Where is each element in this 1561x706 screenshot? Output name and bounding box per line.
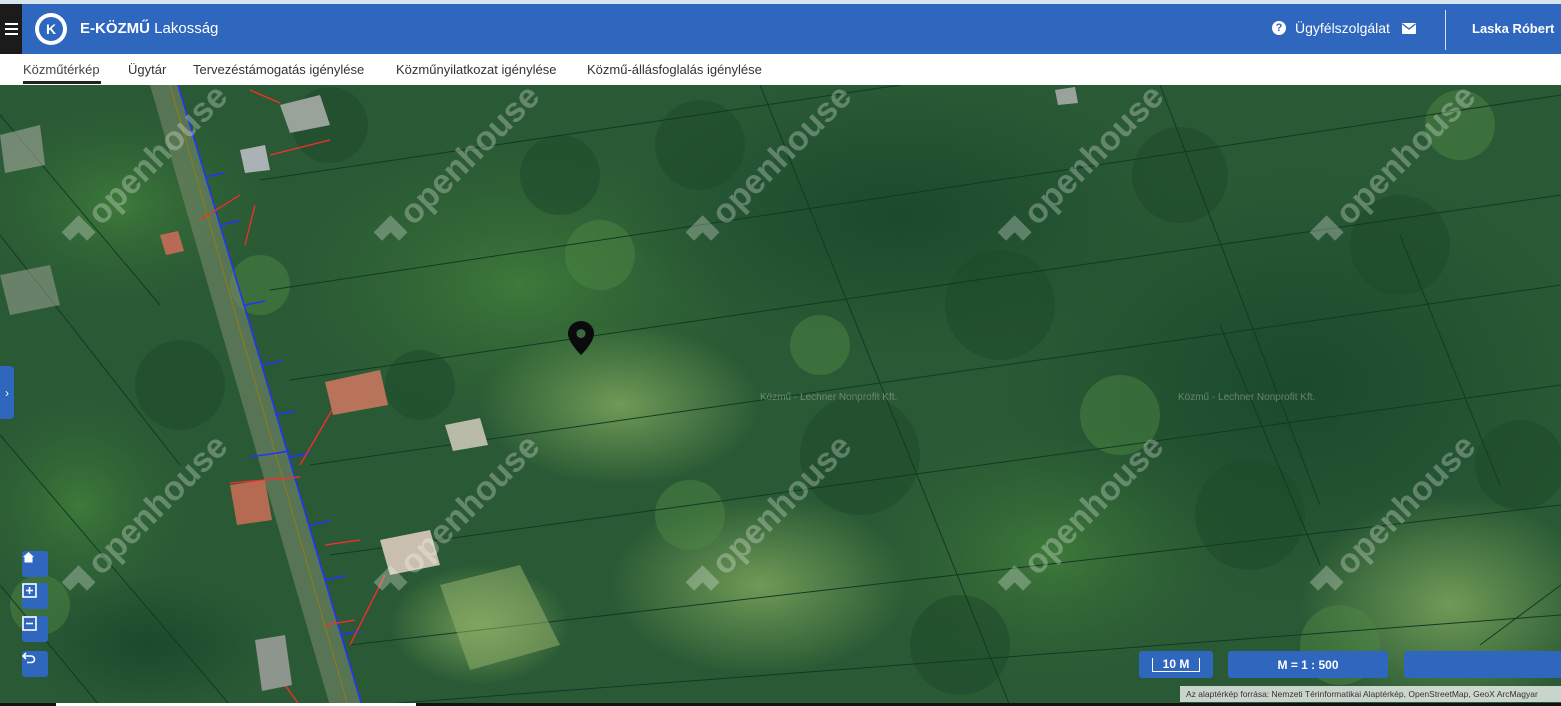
chevron-right-icon: › bbox=[5, 385, 9, 400]
tab-ugytar[interactable]: Ügytár bbox=[128, 62, 166, 77]
brand-bold: E-KÖZMŰ bbox=[80, 20, 150, 37]
tab-kozmu-allasfoglalas[interactable]: Közmű-állásfoglalás igénylése bbox=[587, 62, 762, 77]
brand-light: Lakosság bbox=[154, 20, 219, 37]
sidebar-toggle-button[interactable]: › bbox=[0, 366, 14, 419]
help-link[interactable]: ? Ügyfélszolgálat bbox=[1272, 20, 1390, 36]
scale-bar-label: 10 M bbox=[1151, 657, 1201, 672]
scale-bar: 10 M bbox=[1139, 651, 1213, 678]
logo-letter: K bbox=[39, 17, 63, 41]
zoom-out-button[interactable] bbox=[22, 616, 48, 642]
zoom-in-icon bbox=[22, 583, 37, 598]
app-header: K E-KÖZMŰ Lakosság ? Ügyfélszolgálat Lask… bbox=[0, 4, 1561, 54]
zoom-in-button[interactable] bbox=[22, 583, 48, 609]
map-faint-label-1: Közmű - Lechner Nonprofit Kft. bbox=[760, 392, 897, 403]
hamburger-icon bbox=[4, 23, 18, 35]
help-icon: ? bbox=[1272, 21, 1286, 35]
app-logo[interactable]: K bbox=[35, 13, 67, 45]
tab-bar: Közműtérkép Ügytár Tervezéstámogatás igé… bbox=[0, 54, 1561, 85]
map-faint-label-2: Közmű - Lechner Nonprofit Kft. bbox=[1178, 392, 1315, 403]
home-icon bbox=[23, 552, 34, 563]
header-divider bbox=[1445, 10, 1446, 50]
scale-ratio[interactable]: M = 1 : 500 bbox=[1228, 651, 1388, 678]
mail-icon[interactable] bbox=[1402, 23, 1416, 34]
tab-kozmuterkep[interactable]: Közműtérkép bbox=[23, 62, 100, 77]
hamburger-menu-button[interactable] bbox=[0, 4, 22, 54]
map-attribution: Az alaptérkép forrása: Nemzeti Térinform… bbox=[1180, 686, 1561, 702]
app-title: E-KÖZMŰ Lakosság bbox=[80, 20, 218, 37]
zoom-out-icon bbox=[22, 616, 37, 631]
satellite-map: openhouse openhouse openhouse openhouse open… bbox=[0, 85, 1561, 706]
undo-button[interactable] bbox=[22, 651, 48, 677]
coordinate-panel bbox=[1404, 651, 1561, 678]
map-view[interactable]: openhouse openhouse openhouse openhouse open… bbox=[0, 85, 1561, 706]
undo-icon bbox=[22, 652, 36, 664]
active-tab-indicator bbox=[23, 81, 101, 84]
tab-kozmunyilatkozat[interactable]: Közműnyilatkozat igénylése bbox=[396, 62, 556, 77]
tab-tervezestamogatas[interactable]: Tervezéstámogatás igénylése bbox=[193, 62, 364, 77]
user-name[interactable]: Laska Róbert bbox=[1472, 21, 1554, 36]
help-label: Ügyfélszolgálat bbox=[1295, 20, 1390, 36]
home-button[interactable] bbox=[22, 551, 48, 577]
